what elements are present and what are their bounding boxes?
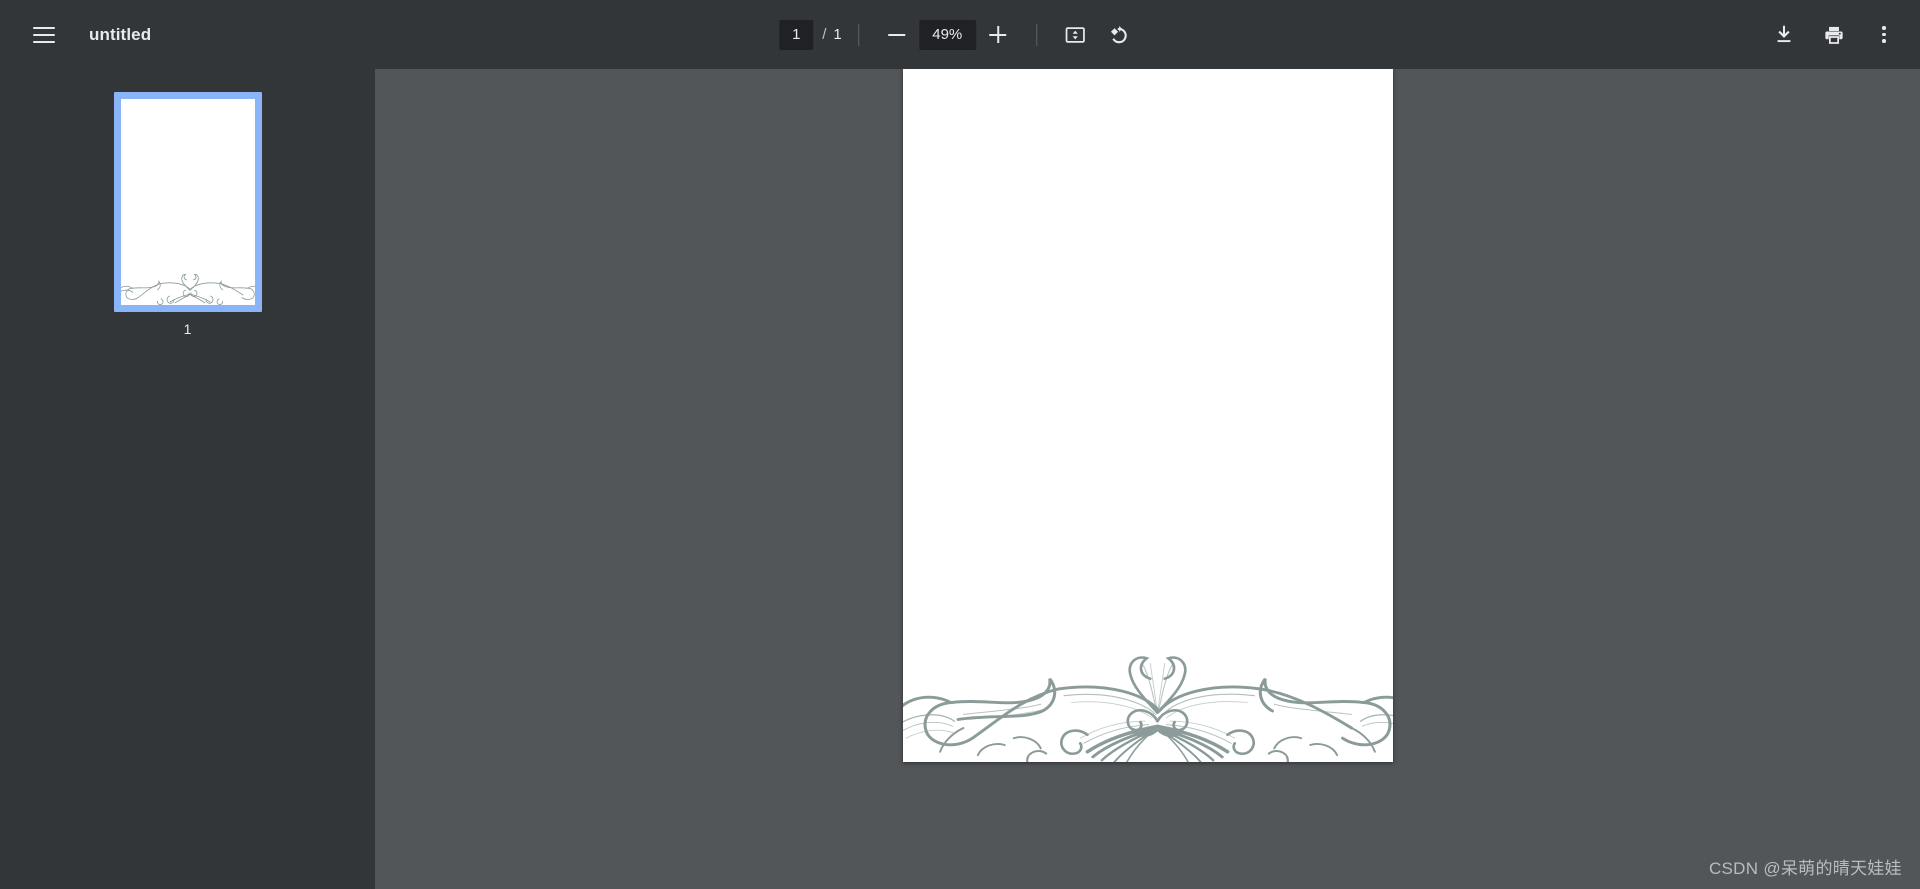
- more-options-kebab-icon: [1882, 26, 1886, 43]
- plus-icon: [989, 26, 1007, 43]
- floral-flourish-ornament: [120, 263, 255, 305]
- top-toolbar: untitled / 1 49%: [0, 0, 1920, 69]
- floral-flourish-ornament: [903, 626, 1393, 762]
- thumbnail-page-preview: [120, 99, 255, 305]
- toolbar-left-group: untitled: [0, 13, 151, 57]
- sidebar-toggle-button[interactable]: [22, 13, 66, 57]
- print-icon: [1825, 26, 1843, 44]
- fit-to-page-icon: [1065, 26, 1085, 43]
- zoom-in-button[interactable]: [976, 13, 1020, 57]
- document-viewer[interactable]: [375, 69, 1920, 889]
- page-separator: /: [822, 26, 827, 43]
- hamburger-menu-icon: [33, 26, 55, 43]
- download-icon: [1777, 25, 1791, 42]
- rotate-button[interactable]: [1097, 13, 1141, 57]
- minus-icon: [888, 33, 906, 36]
- rotate-counterclockwise-icon: [1110, 25, 1127, 43]
- thumbnail-selection-frame: [113, 92, 262, 312]
- toolbar-center-group: / 1 49%: [779, 0, 1141, 69]
- toolbar-divider-1: [857, 23, 859, 46]
- print-button[interactable]: [1812, 13, 1856, 57]
- fit-to-page-button[interactable]: [1053, 13, 1097, 57]
- document-page-1: [903, 69, 1393, 762]
- document-title: untitled: [89, 24, 152, 44]
- toolbar-right-group: [1762, 13, 1906, 57]
- thumbnail-item-1[interactable]: 1: [113, 92, 262, 337]
- more-options-button[interactable]: [1862, 13, 1906, 57]
- page-total-count: 1: [833, 26, 842, 43]
- zoom-out-button[interactable]: [875, 13, 919, 57]
- page-number-input[interactable]: [779, 19, 814, 50]
- toolbar-divider-2: [1035, 23, 1037, 46]
- thumbnail-sidebar[interactable]: 1: [0, 69, 375, 889]
- download-button[interactable]: [1762, 13, 1806, 57]
- thumbnail-page-label: 1: [183, 321, 192, 337]
- zoom-level-input[interactable]: 49%: [918, 19, 976, 50]
